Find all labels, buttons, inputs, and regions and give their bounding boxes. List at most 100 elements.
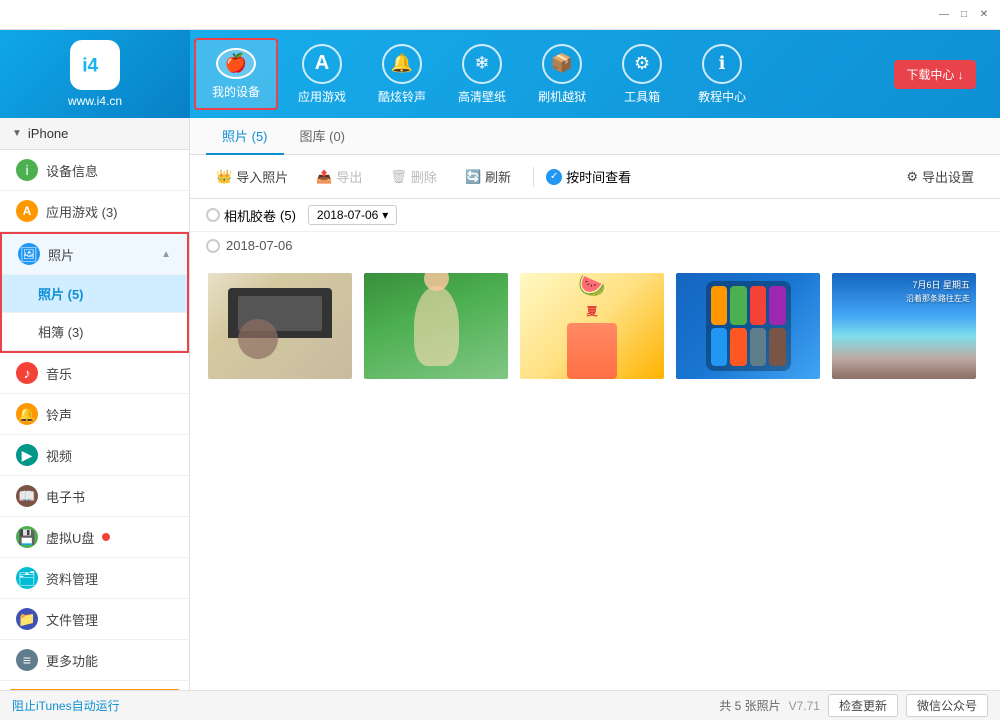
more-icon: ≡ — [16, 649, 38, 671]
nav-jailbreak[interactable]: 📦 刷机越狱 — [522, 30, 602, 118]
photo-count-label: 共 5 张照片 — [719, 697, 780, 714]
sidebar: ▼ iPhone i 设备信息 A 应用游戏 (3) 🖼 照片 ▲ 照片 (5) — [0, 118, 190, 690]
sidebar-item-ebooks[interactable]: 📖 电子书 — [0, 476, 189, 517]
maximize-button[interactable]: □ — [956, 7, 972, 23]
app-icon-7 — [750, 328, 767, 367]
import-button[interactable]: 👑 导入照片 — [206, 163, 298, 190]
app-icon-2 — [730, 286, 747, 325]
sidebar-item-ringtones[interactable]: 🔔 铃声 — [0, 394, 189, 435]
sidebar-item-device-info[interactable]: i 设备信息 — [0, 150, 189, 191]
photo-item-5[interactable]: 7月6日 星期五 沿着那条路往左走 — [830, 271, 978, 381]
sidebar-item-albums-sub[interactable]: 相簿 (3) — [2, 313, 187, 351]
person-silhouette — [414, 286, 459, 366]
radio-circle-icon — [206, 208, 220, 222]
version-label: V7.71 — [789, 699, 820, 713]
main-layout: ▼ iPhone i 设备信息 A 应用游戏 (3) 🖼 照片 ▲ 照片 (5) — [0, 118, 1000, 690]
date-dropdown-icon: ▾ — [382, 208, 388, 222]
nav-ringtones[interactable]: 🔔 酷炫铃声 — [362, 30, 442, 118]
sidebar-item-music[interactable]: ♪ 音乐 — [0, 353, 189, 394]
sidebar-device-name: iPhone — [28, 126, 68, 141]
logo-icon: i4 — [70, 40, 120, 90]
sidebar-item-virtual-udisk[interactable]: 💾 虚拟U盘 — [0, 517, 189, 558]
export-label: 导出 — [336, 167, 362, 186]
stop-itunes-label[interactable]: 阻止iTunes自动运行 — [12, 697, 120, 714]
by-time-checkbox[interactable]: ✓ 按时间查看 — [546, 167, 631, 186]
person-head — [424, 271, 449, 291]
photos-icon: 🖼 — [18, 243, 40, 265]
app-icon-3 — [750, 286, 767, 325]
sidebar-item-photos-sub-label: 照片 (5) — [38, 284, 84, 303]
tab-gallery[interactable]: 图库 (0) — [284, 118, 362, 155]
nav-jailbreak-label: 刷机越狱 — [538, 88, 586, 105]
sidebar-item-apps-label: 应用游戏 (3) — [46, 202, 118, 221]
minimize-button[interactable]: — — [936, 7, 952, 23]
sidebar-photos-group: 🖼 照片 ▲ 照片 (5) 相簿 (3) — [0, 232, 189, 353]
nav-wallpapers[interactable]: ❄ 高清壁纸 — [442, 30, 522, 118]
nav-ringtones-label: 酷炫铃声 — [378, 88, 426, 105]
photo-item-1[interactable] — [206, 271, 354, 381]
sidebar-item-apps[interactable]: A 应用游戏 (3) — [0, 191, 189, 232]
sidebar-item-videos[interactable]: ▶ 视频 — [0, 435, 189, 476]
sidebar-item-more[interactable]: ≡ 更多功能 — [0, 640, 189, 681]
check-update-button[interactable]: 检查更新 — [828, 694, 898, 717]
refresh-button[interactable]: 🔄 刷新 — [455, 163, 521, 190]
app-icon-5 — [711, 328, 728, 367]
settings-icon: ⚙ — [906, 169, 918, 185]
sidebar-item-albums-sub-label: 相簿 (3) — [38, 322, 84, 341]
window-controls: — □ ✕ — [936, 7, 992, 23]
sidebar-item-ebooks-label: 电子书 — [46, 487, 85, 506]
camera-roll-radio[interactable]: 相机胶卷 (5) — [206, 206, 296, 225]
export-button[interactable]: 📤 导出 — [306, 163, 372, 190]
videos-icon: ▶ — [16, 444, 38, 466]
export-settings-button[interactable]: ⚙ 导出设置 — [896, 163, 984, 190]
sidebar-item-photos[interactable]: 🖼 照片 ▲ — [2, 234, 187, 275]
nav-tutorials-label: 教程中心 — [698, 88, 746, 105]
photo-2-bg — [364, 273, 508, 379]
import-icon: 👑 — [216, 169, 232, 185]
app-icon-1 — [711, 286, 728, 325]
nav-my-device-icon: 🍎 — [216, 48, 256, 79]
girl-figure — [567, 323, 617, 379]
nav-tutorials-icon: ℹ — [702, 44, 742, 84]
photo-item-4[interactable] — [674, 271, 822, 381]
close-button[interactable]: ✕ — [976, 7, 992, 23]
sidebar-item-more-label: 更多功能 — [46, 651, 98, 670]
date-select[interactable]: 2018-07-06 ▾ — [308, 205, 397, 225]
photo-item-2[interactable] — [362, 271, 510, 381]
app-icon-4 — [769, 286, 786, 325]
download-button[interactable]: 下载中心 ↓ — [894, 60, 975, 89]
virtual-udisk-icon: 💾 — [16, 526, 38, 548]
title-bar: — □ ✕ — [0, 0, 1000, 30]
sidebar-problem-link[interactable]: 频繁出现操作失败? — [8, 689, 181, 690]
virtual-udisk-badge — [102, 533, 110, 541]
photo-4-bg — [676, 273, 820, 379]
nav-ringtones-icon: 🔔 — [382, 44, 422, 84]
sidebar-device-header[interactable]: ▼ iPhone — [0, 118, 189, 150]
beach-subtitle: 沿着那条路往左走 — [906, 294, 970, 303]
app-icon-8 — [769, 328, 786, 367]
photo-1-bg — [208, 273, 352, 379]
sidebar-item-data-mgmt-label: 资料管理 — [46, 569, 98, 588]
tab-photos[interactable]: 照片 (5) — [206, 118, 284, 155]
nav-wallpapers-label: 高清壁纸 — [458, 88, 506, 105]
header-right: 下载中心 ↓ — [880, 60, 1000, 89]
wechat-button[interactable]: 微信公众号 — [906, 694, 988, 717]
nav-wallpapers-icon: ❄ — [462, 44, 502, 84]
toolbar-right: ⚙ 导出设置 — [896, 163, 984, 190]
date-section-label: 2018-07-06 — [226, 238, 293, 253]
nav-tools[interactable]: ⚙ 工具箱 — [602, 30, 682, 118]
nav-my-device[interactable]: 🍎 我的设备 — [194, 38, 278, 110]
coffee-cup — [238, 319, 278, 359]
sidebar-item-photos-sub[interactable]: 照片 (5) — [2, 275, 187, 313]
delete-button[interactable]: 🗑 删除 — [380, 163, 447, 190]
date-section-header: 2018-07-06 — [190, 232, 1000, 259]
sidebar-item-data-mgmt[interactable]: 🗂 资料管理 — [0, 558, 189, 599]
sidebar-item-file-mgmt-label: 文件管理 — [46, 610, 98, 629]
ebooks-icon: 📖 — [16, 485, 38, 507]
nav-apps[interactable]: A 应用游戏 — [282, 30, 362, 118]
photo-item-3[interactable]: 🍉 夏 — [518, 271, 666, 381]
sidebar-item-file-mgmt[interactable]: 📁 文件管理 — [0, 599, 189, 640]
nav-tutorials[interactable]: ℹ 教程中心 — [682, 30, 762, 118]
delete-label: 删除 — [411, 167, 437, 186]
toolbar: 👑 导入照片 📤 导出 🗑 删除 🔄 刷新 ✓ 按时间查看 — [190, 155, 1000, 199]
